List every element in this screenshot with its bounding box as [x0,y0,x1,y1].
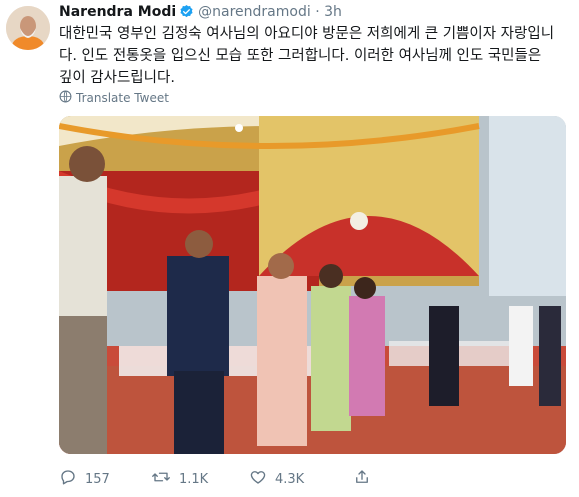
globe-icon [59,90,72,106]
like-button[interactable]: 4.3K [249,468,327,490]
tweet-text: 대한민국 영부인 김정숙 여사님의 아요디야 방문은 저희에게 큰 기쁨이자 자… [59,26,555,86]
avatar[interactable] [6,6,50,50]
translate-label: Translate Tweet [76,91,169,105]
tweet-actions: 157 1.1K 4.3K [59,468,399,490]
tweet-photo[interactable] [59,116,566,454]
tweet-timestamp[interactable]: 3h [324,4,342,20]
reply-icon [59,468,85,490]
like-count: 4.3K [275,471,305,487]
translate-tweet-link[interactable]: Translate Tweet [59,90,169,106]
reply-count: 157 [85,471,110,487]
tweet-header: Narendra Modi @narendramodi · 3h [59,4,342,23]
reply-button[interactable]: 157 [59,468,131,490]
retweet-count: 1.1K [179,471,209,487]
share-button[interactable] [353,468,379,490]
share-icon [353,468,379,490]
author-handle[interactable]: @narendramodi [198,4,311,20]
heart-icon [249,468,275,490]
separator-dot: · [310,4,325,20]
retweet-icon [151,468,179,490]
verified-badge-icon [179,4,194,23]
author-name[interactable]: Narendra Modi [59,4,176,20]
retweet-button[interactable]: 1.1K [151,468,229,490]
